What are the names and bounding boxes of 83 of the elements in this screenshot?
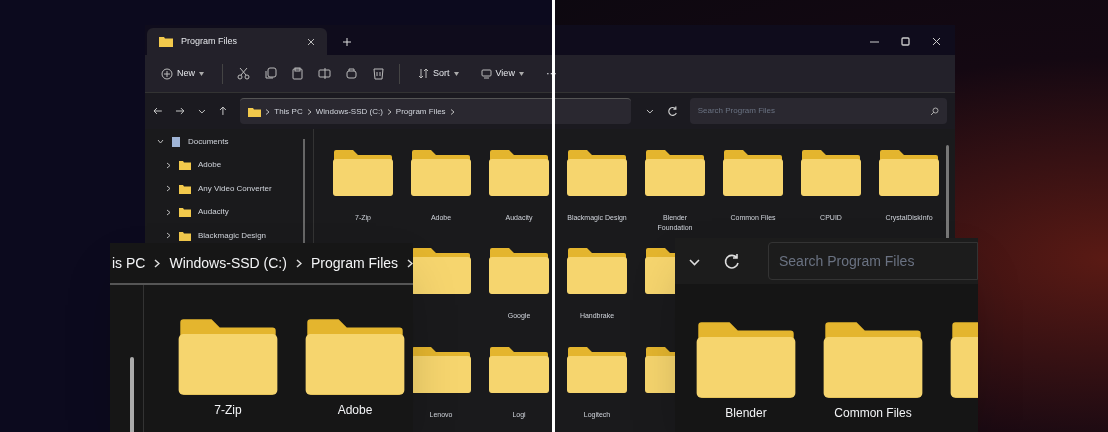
close-icon[interactable] bbox=[307, 37, 315, 46]
chevron-right-icon bbox=[449, 108, 455, 115]
sidebar-item[interactable]: Blackmagic Design bbox=[198, 229, 267, 242]
folder-icon bbox=[566, 149, 628, 197]
folder-icon bbox=[179, 207, 191, 218]
sort-button[interactable]: Sort bbox=[414, 66, 463, 81]
chevron-right-icon bbox=[295, 258, 302, 268]
breadcrumb[interactable]: Program Files bbox=[310, 252, 399, 274]
forward-icon[interactable] bbox=[174, 106, 185, 116]
folder-name: 7-Zip bbox=[214, 402, 242, 419]
up-icon[interactable] bbox=[218, 106, 229, 116]
folder-icon bbox=[177, 317, 279, 397]
folder-icon bbox=[410, 345, 472, 394]
folder-icon bbox=[179, 230, 191, 241]
sort-icon bbox=[418, 68, 429, 79]
delete-icon[interactable] bbox=[372, 67, 385, 80]
caret-icon bbox=[518, 71, 524, 76]
folder-name: Blender bbox=[725, 405, 767, 422]
search-placeholder: Search Program Files bbox=[697, 105, 775, 117]
folder-icon bbox=[488, 149, 550, 197]
chevron-right-icon bbox=[407, 258, 413, 268]
folder-icon bbox=[179, 183, 191, 194]
refresh-icon[interactable] bbox=[723, 252, 740, 270]
folder-icon bbox=[878, 149, 940, 197]
add-tab-icon[interactable] bbox=[343, 38, 351, 46]
folder-icon bbox=[822, 320, 924, 400]
breadcrumb[interactable]: is PC bbox=[112, 252, 146, 274]
cut-icon[interactable] bbox=[237, 67, 250, 80]
address-bar[interactable]: This PC Windows-SSD (C:) Program Files bbox=[240, 98, 632, 124]
back-icon[interactable] bbox=[153, 106, 163, 116]
search-field[interactable]: Search Program Files bbox=[768, 242, 978, 280]
search-placeholder: Search Program Files bbox=[779, 251, 915, 271]
tab-title: Program Files bbox=[181, 34, 238, 48]
breadcrumb[interactable]: This PC bbox=[274, 105, 303, 118]
plus-circle-icon bbox=[161, 67, 173, 80]
folder-icon bbox=[488, 345, 550, 394]
folder-icon bbox=[159, 36, 173, 47]
folder-icon bbox=[410, 149, 472, 197]
search-icon bbox=[930, 106, 939, 116]
folder-icon bbox=[644, 149, 706, 197]
folder-icon bbox=[488, 247, 550, 296]
maximize-icon[interactable] bbox=[901, 37, 910, 46]
folder-icon bbox=[722, 149, 784, 197]
close-icon[interactable] bbox=[932, 37, 941, 46]
new-button[interactable]: New bbox=[157, 66, 208, 81]
breadcrumb[interactable]: Program Files bbox=[395, 105, 446, 118]
folder-icon bbox=[800, 149, 862, 197]
chevron-icon[interactable] bbox=[165, 208, 172, 216]
caret-icon bbox=[199, 71, 204, 76]
folder-icon bbox=[566, 345, 628, 394]
chevron-icon[interactable] bbox=[165, 185, 172, 193]
sidebar-item[interactable]: Audacity bbox=[198, 206, 229, 219]
view-button[interactable]: View bbox=[476, 66, 528, 81]
paste-icon[interactable] bbox=[291, 67, 304, 80]
folder-icon bbox=[566, 247, 628, 296]
refresh-icon[interactable] bbox=[666, 105, 678, 117]
monitor-icon bbox=[480, 68, 492, 79]
share-icon[interactable] bbox=[345, 67, 358, 80]
copy-icon[interactable] bbox=[264, 67, 277, 80]
sidebar-item[interactable]: Documents bbox=[188, 135, 229, 148]
folder-icon bbox=[410, 247, 472, 296]
rename-icon[interactable] bbox=[318, 67, 331, 80]
chevron-icon[interactable] bbox=[165, 161, 172, 169]
folder-icon bbox=[179, 160, 191, 171]
sidebar-item[interactable]: Adobe bbox=[198, 159, 222, 172]
caret-icon bbox=[453, 71, 459, 76]
tab[interactable]: Program Files bbox=[147, 28, 327, 55]
chevron-right-icon bbox=[265, 108, 271, 115]
breadcrumb[interactable]: Windows-SSD (C:) bbox=[315, 105, 383, 118]
chevron-icon[interactable] bbox=[165, 232, 172, 240]
folder-name: Common Files bbox=[834, 405, 912, 422]
folder-name: Adobe bbox=[337, 402, 373, 419]
folder-icon bbox=[248, 106, 262, 117]
more-button[interactable]: ··· bbox=[541, 65, 561, 82]
folder-icon bbox=[332, 149, 394, 197]
chevron-right-icon bbox=[386, 108, 392, 115]
chevron-right-icon bbox=[306, 108, 312, 115]
sidebar-item[interactable]: Any Video Converter bbox=[198, 182, 272, 195]
breadcrumb[interactable]: Windows-SSD (C:) bbox=[169, 252, 287, 274]
chevron-right-icon bbox=[154, 258, 161, 268]
chevron-icon[interactable] bbox=[157, 138, 164, 146]
folder-icon bbox=[304, 317, 406, 397]
document-icon bbox=[171, 135, 181, 148]
